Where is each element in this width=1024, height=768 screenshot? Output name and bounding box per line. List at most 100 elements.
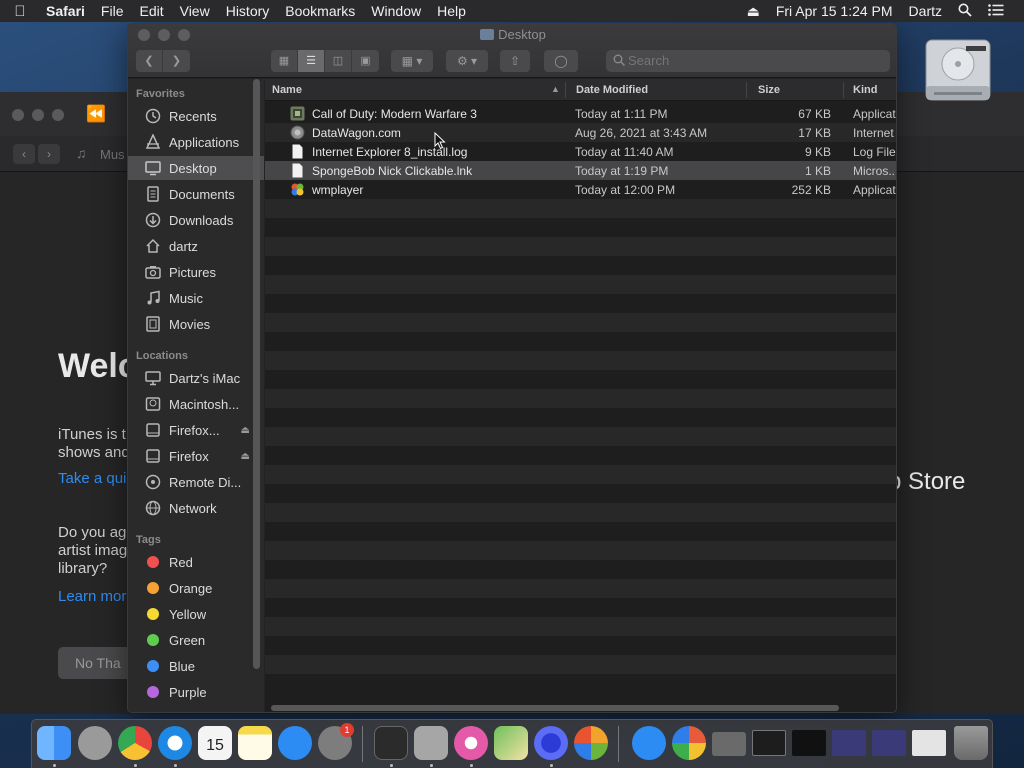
window-thumb-icon[interactable] — [752, 730, 786, 756]
column-separator[interactable] — [746, 82, 747, 98]
itunes-zoom-button[interactable] — [52, 109, 64, 121]
sidebar-tag-green[interactable]: Green — [128, 628, 264, 652]
list-view-button[interactable]: ☰ — [298, 50, 325, 72]
sidebar-scroll-thumb[interactable] — [253, 79, 260, 669]
eject-menu-icon[interactable]: ⏏ — [739, 3, 768, 20]
app-store-icon-2[interactable] — [632, 726, 666, 760]
eject-icon[interactable]: ⏏ — [241, 451, 250, 462]
spotlight-search-icon[interactable] — [950, 3, 980, 20]
screenshot-icon[interactable] — [712, 732, 746, 756]
sidebar-scrollbar[interactable] — [253, 79, 261, 669]
file-row-selected[interactable]: SpongeBob Nick Clickable.lnk Today at 1:… — [265, 161, 896, 180]
column-size-header[interactable]: Size — [758, 84, 780, 96]
apple-menu-icon[interactable]:  — [0, 3, 40, 20]
action-gear-button[interactable]: ⚙ ▾ — [446, 50, 488, 72]
eject-icon[interactable]: ⏏ — [241, 425, 250, 436]
safari-icon[interactable] — [158, 726, 192, 760]
menu-view[interactable]: View — [172, 3, 218, 19]
itunes-forward-button[interactable]: › — [38, 144, 60, 164]
horizontal-scrollbar[interactable] — [271, 705, 839, 711]
sidebar-item-pictures[interactable]: Pictures — [128, 260, 264, 284]
harddisk-desktop-icon[interactable] — [922, 34, 994, 108]
rewind-icon[interactable]: ⏪ — [86, 104, 106, 124]
sidebar-item-firefox-installer[interactable]: Firefox... ⏏ — [128, 418, 264, 442]
firefox-icon[interactable] — [534, 726, 568, 760]
sidebar-item-imac[interactable]: Dartz's iMac — [128, 366, 264, 390]
search-input[interactable] — [606, 50, 890, 72]
sidebar-item-network[interactable]: Network — [128, 496, 264, 520]
file-row[interactable]: Internet Explorer 8_install.log Today at… — [265, 142, 896, 161]
menu-history[interactable]: History — [218, 3, 278, 19]
notification-center-icon[interactable] — [980, 3, 1012, 19]
column-separator[interactable] — [843, 82, 844, 98]
menu-clock[interactable]: Fri Apr 15 1:24 PM — [768, 3, 901, 19]
column-kind-header[interactable]: Kind — [853, 84, 877, 96]
group-by-button[interactable]: ▦ ▾ — [391, 50, 433, 72]
file-row[interactable]: wmplayer Today at 12:00 PM 252 KB Applic… — [265, 180, 896, 199]
itunes-close-button[interactable] — [12, 109, 24, 121]
column-name-header[interactable]: Name — [272, 84, 302, 96]
menu-user[interactable]: Dartz — [901, 3, 950, 19]
sidebar-item-remote-disc[interactable]: Remote Di... — [128, 470, 264, 494]
itunes-tour-link[interactable]: Take a qui — [58, 470, 126, 487]
file-kind: Applicat — [853, 107, 896, 121]
sidebar-tag-red[interactable]: Red — [128, 550, 264, 574]
menu-file[interactable]: File — [93, 3, 132, 19]
column-view-button[interactable]: ◫ — [325, 50, 352, 72]
sidebar-item-documents[interactable]: Documents — [128, 182, 264, 206]
trash-icon[interactable] — [954, 726, 988, 760]
itunes-no-thanks-button[interactable]: No Tha — [58, 647, 138, 679]
finder-title-text: Desktop — [498, 27, 546, 42]
column-date-header[interactable]: Date Modified — [576, 84, 648, 96]
launchpad-icon[interactable] — [78, 726, 112, 760]
itunes-minimize-button[interactable] — [32, 109, 44, 121]
sidebar-tag-blue[interactable]: Blue — [128, 654, 264, 678]
icon-view-button[interactable]: ▦ — [271, 50, 298, 72]
sidebar-item-downloads[interactable]: Downloads — [128, 208, 264, 232]
window-thumb-icon-4[interactable] — [872, 730, 906, 756]
sidebar-item-macintosh-hd[interactable]: Macintosh... — [128, 392, 264, 416]
archive-utility-icon[interactable] — [414, 726, 448, 760]
preview-icon[interactable] — [912, 730, 946, 756]
edit-tags-button[interactable]: ◯ — [544, 50, 578, 72]
menu-help[interactable]: Help — [429, 3, 474, 19]
sidebar-tag-purple[interactable]: Purple — [128, 680, 264, 704]
menu-edit[interactable]: Edit — [131, 3, 171, 19]
maps-icon[interactable] — [494, 726, 528, 760]
notes-icon[interactable] — [238, 726, 272, 760]
forward-button[interactable]: ❯ — [163, 50, 190, 72]
sidebar-item-label: Downloads — [169, 212, 234, 228]
itunes-learn-more-link[interactable]: Learn mor — [58, 588, 126, 605]
app-store-icon[interactable] — [278, 726, 312, 760]
finder-icon[interactable] — [37, 726, 71, 760]
itunes-icon[interactable] — [454, 726, 488, 760]
chrome-icon[interactable] — [118, 726, 152, 760]
window-thumb-icon-2[interactable] — [792, 730, 826, 756]
sidebar-item-firefox-volume[interactable]: Firefox ⏏ — [128, 444, 264, 468]
folder-icon — [480, 29, 495, 40]
window-thumb-icon-3[interactable] — [832, 730, 866, 756]
itunes-media-picker[interactable]: Mus — [100, 147, 125, 162]
picasa-icon[interactable] — [574, 726, 608, 760]
terminal-icon[interactable] — [374, 726, 408, 760]
sidebar-item-desktop[interactable]: Desktop — [128, 156, 264, 180]
file-row[interactable]: DataWagon.com Aug 26, 2021 at 3:43 AM 17… — [265, 123, 896, 142]
back-button[interactable]: ❮ — [136, 50, 163, 72]
menu-app-name[interactable]: Safari — [40, 3, 93, 19]
itunes-back-button[interactable]: ‹ — [13, 144, 35, 164]
menu-window[interactable]: Window — [363, 3, 429, 19]
sidebar-item-applications[interactable]: Applications — [128, 130, 264, 154]
pinwheel-icon[interactable] — [672, 726, 706, 760]
column-separator[interactable] — [565, 82, 566, 98]
menu-bookmarks[interactable]: Bookmarks — [277, 3, 363, 19]
sidebar-item-recents[interactable]: Recents — [128, 104, 264, 128]
sidebar-item-music[interactable]: Music — [128, 286, 264, 310]
sidebar-tag-orange[interactable]: Orange — [128, 576, 264, 600]
file-row[interactable]: Call of Duty: Modern Warfare 3 Today at … — [265, 104, 896, 123]
gallery-view-button[interactable]: ▣ — [352, 50, 379, 72]
sidebar-tag-yellow[interactable]: Yellow — [128, 602, 264, 626]
sidebar-item-movies[interactable]: Movies — [128, 312, 264, 336]
calendar-icon[interactable]: 15 — [198, 726, 232, 760]
sidebar-item-home[interactable]: dartz — [128, 234, 264, 258]
share-button[interactable]: ⇧ — [500, 50, 530, 72]
